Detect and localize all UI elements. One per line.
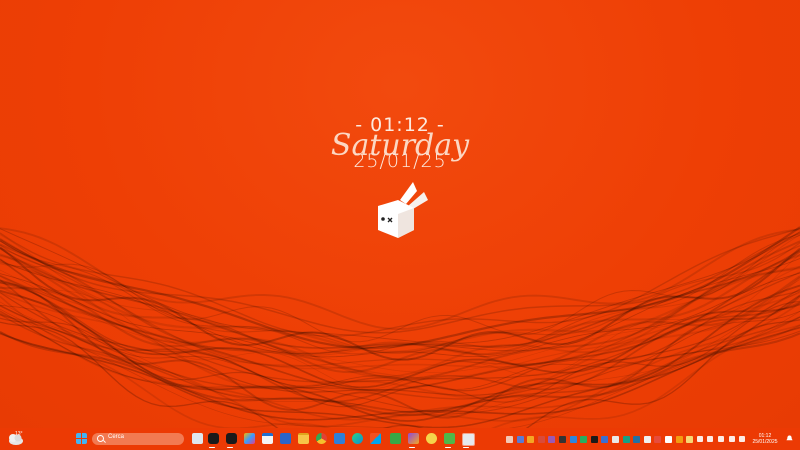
app-extra-4-icon[interactable]: [462, 433, 475, 446]
tray-7-icon[interactable]: [569, 436, 577, 443]
clock-date: 25/01/25: [353, 150, 447, 172]
active-indicator: [409, 447, 415, 448]
photos-icon[interactable]: [244, 433, 255, 444]
edge-icon[interactable]: [352, 433, 363, 444]
tray-15-icon[interactable]: [654, 436, 662, 443]
tray-19-icon[interactable]: [696, 436, 703, 442]
active-indicator: [445, 447, 451, 448]
tray-12-icon[interactable]: [622, 436, 630, 443]
word-icon[interactable]: [280, 433, 291, 444]
weather-temp: 13°: [15, 431, 23, 437]
task-view-icon[interactable]: [192, 433, 203, 444]
search-placeholder: Cerca: [108, 434, 125, 440]
tray-10-icon[interactable]: [601, 436, 609, 443]
tray-18-icon[interactable]: [686, 436, 694, 443]
active-indicator: [227, 447, 233, 448]
tray-21-icon[interactable]: [718, 436, 724, 442]
tray-22-icon[interactable]: [728, 436, 735, 442]
tray-8-icon[interactable]: [580, 436, 588, 443]
tray-6-icon[interactable]: [559, 436, 566, 443]
app-dark-1-icon[interactable]: [208, 433, 219, 444]
calendar-icon[interactable]: [262, 433, 273, 444]
app-extra-1-icon[interactable]: [408, 433, 419, 444]
app-blue-1-icon[interactable]: [334, 433, 345, 444]
file-explorer-icon[interactable]: [298, 433, 309, 444]
tray-14-icon[interactable]: [643, 436, 651, 443]
tray-17-icon[interactable]: [675, 436, 683, 443]
tray-23-icon[interactable]: [739, 436, 746, 442]
start-icon[interactable]: [76, 433, 87, 444]
app-extra-3-icon[interactable]: [444, 433, 455, 444]
desktop-wallpaper: - 01:12 - Saturday 25/01/25: [0, 0, 800, 428]
tray-20-icon[interactable]: [707, 436, 714, 442]
tray-2-icon[interactable]: [516, 436, 524, 443]
tray-1-icon[interactable]: [506, 436, 513, 443]
tray-3-icon[interactable]: [527, 436, 535, 443]
chrome-icon[interactable]: [316, 433, 327, 444]
app-extra-2-icon[interactable]: [426, 433, 437, 444]
tray-13-icon[interactable]: [633, 436, 641, 443]
search-bar[interactable]: Cerca: [92, 433, 184, 445]
notifications-icon[interactable]: [786, 435, 793, 442]
weather-icon[interactable]: 13°: [6, 430, 26, 448]
tray-9-icon[interactable]: [590, 436, 598, 443]
tray-4-icon[interactable]: [537, 436, 545, 443]
store-icon[interactable]: [370, 433, 381, 444]
app-green-icon[interactable]: [390, 433, 401, 444]
tray-5-icon[interactable]: [548, 436, 556, 443]
system-clock[interactable]: 01:12 25/01/2025: [748, 433, 782, 445]
tray-16-icon[interactable]: [665, 436, 672, 443]
active-indicator: [463, 447, 469, 448]
system-date: 25/01/2025: [752, 439, 778, 445]
active-indicator: [209, 447, 215, 448]
search-icon: [97, 435, 104, 442]
app-dark-2-icon[interactable]: [226, 433, 237, 444]
tray-11-icon[interactable]: [612, 436, 619, 443]
rabbit-icon: [378, 182, 428, 238]
taskbar: 13° Cerca 01:12 25/01/2025: [0, 428, 800, 450]
